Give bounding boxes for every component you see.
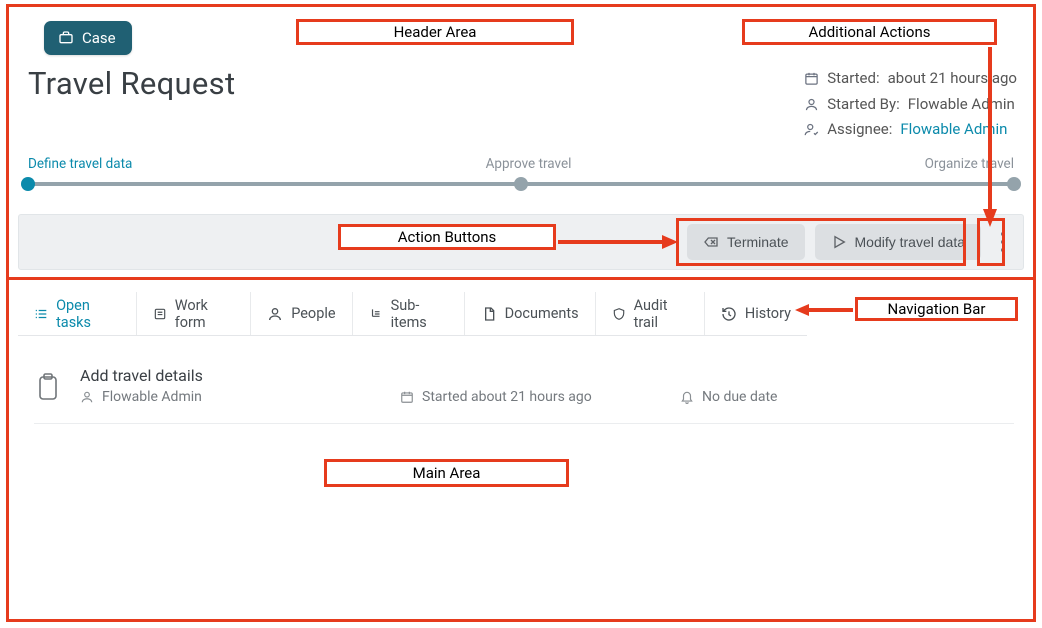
tab-sub-items[interactable]: Sub-items	[353, 292, 465, 335]
tab-open-tasks[interactable]: Open tasks	[18, 292, 137, 335]
delete-back-icon	[703, 234, 719, 250]
clipboard-icon	[36, 373, 60, 401]
task-assignee: Flowable Admin	[102, 389, 202, 405]
progress-step-2: Approve travel	[486, 156, 572, 172]
assignee-label: Assignee:	[827, 117, 892, 143]
progress-step-3: Organize travel	[925, 156, 1014, 172]
tab-work-form[interactable]: Work form	[137, 292, 252, 335]
annotation-navigation-bar: Navigation Bar	[855, 297, 1018, 321]
action-bar: Terminate Modify travel data	[18, 214, 1024, 270]
task-title: Add travel details	[80, 366, 1014, 385]
assignee-link[interactable]: Flowable Admin	[900, 117, 1007, 143]
calendar-icon	[804, 71, 819, 86]
tab-people[interactable]: People	[251, 292, 352, 335]
case-badge[interactable]: Case	[44, 21, 132, 55]
tab-documents[interactable]: Documents	[465, 292, 596, 335]
form-icon	[153, 306, 167, 322]
terminate-button[interactable]: Terminate	[687, 224, 804, 260]
document-icon	[481, 306, 497, 322]
calendar-icon	[400, 390, 414, 404]
started-value: about 21 hours ago	[888, 66, 1017, 92]
annotation-additional-actions: Additional Actions	[742, 19, 997, 45]
task-item[interactable]: Add travel details Flowable Admin Starte…	[34, 366, 1014, 424]
user-icon	[267, 306, 283, 322]
modify-label: Modify travel data	[855, 234, 966, 250]
progress-tracker: Define travel data Approve travel Organi…	[28, 156, 1014, 186]
annotation-main-area: Main Area	[324, 459, 569, 487]
play-icon	[831, 234, 847, 250]
user-check-icon	[804, 122, 819, 137]
user-icon	[804, 97, 819, 112]
bell-icon	[680, 390, 694, 404]
user-icon	[80, 390, 94, 404]
case-badge-label: Case	[82, 29, 116, 47]
tab-audit-trail[interactable]: Audit trail	[596, 292, 705, 335]
briefcase-icon	[58, 30, 74, 46]
terminate-label: Terminate	[727, 234, 788, 250]
progress-step-1: Define travel data	[28, 156, 132, 172]
list-check-icon	[34, 306, 48, 322]
started-by-value: Flowable Admin	[908, 92, 1015, 118]
started-label: Started:	[827, 66, 879, 92]
annotation-header-area: Header Area	[296, 19, 574, 45]
more-actions-button[interactable]	[991, 222, 1015, 262]
navigation-bar: Open tasks Work form People Sub-items Do…	[18, 292, 807, 336]
tab-history[interactable]: History	[705, 292, 807, 335]
task-due: No due date	[702, 389, 777, 405]
page-title: Travel Request	[28, 65, 235, 102]
started-by-label: Started By:	[827, 92, 900, 118]
modify-button[interactable]: Modify travel data	[815, 224, 982, 260]
shield-icon	[612, 306, 626, 322]
task-started: Started about 21 hours ago	[422, 389, 592, 405]
history-icon	[721, 306, 737, 322]
case-meta: Started: about 21 hours ago Started By: …	[804, 66, 1017, 143]
subitems-icon	[369, 306, 383, 322]
